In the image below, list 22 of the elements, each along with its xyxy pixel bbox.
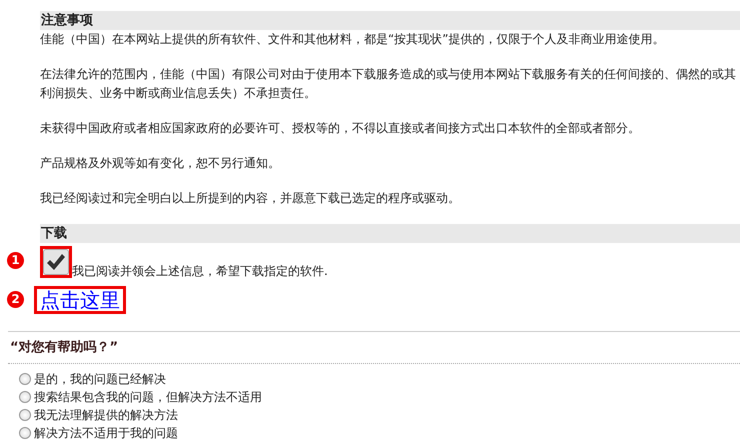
option-label: 是的，我的问题已经解决 [34,370,166,388]
option-label: 搜索结果包含我的问题，但解决方法不适用 [34,388,262,406]
radio-button[interactable] [19,391,31,403]
download-link[interactable]: 点击这里 [34,286,126,314]
paragraph: 佳能（中国）在本网站上提供的所有软件、文件和其他材料，都是“按其现状”提供的，仅限于个人及非商业用途使用。 [40,31,666,48]
option-label: 我无法理解提供的解决方法 [34,406,178,424]
paragraph: 在法律允许的范围内，佳能（中国）有限公司对由于使用本下载服务造成的或与使用本网站下载服务有关的任何间接的、偶然的或其 利润损失、业务中断或商业信息丢失）不承担责任。 [40,66,737,102]
radio-button[interactable] [19,373,31,385]
checkbox-label: 我已阅读并领会上述信息，希望下载指定的软件. [72,264,328,278]
paragraph: 产品规格及外观等如有变化，恕不另行通知。 [40,155,281,172]
radio-button[interactable] [19,409,31,421]
option-label: 解决方法不适用于我的问题 [34,424,178,442]
section-heading: 注意事项 [40,11,740,30]
callout-number: 1 [7,252,24,269]
paragraph: 我已经阅读过和完全明白以上所提到的内容，并愿意下载已选定的程序或驱动。 [40,190,461,207]
callout-number: 2 [7,291,24,308]
radio-button[interactable] [19,427,31,439]
section-heading: 下载 [40,224,740,243]
paragraph: 未获得中国政府或者相应国家政府的必要许可、授权等的，不得以直接或者间接方式出口本软件的全部或者部分。 [40,120,641,137]
agree-checkbox[interactable] [40,246,72,278]
check-icon [46,253,66,271]
feedback-question: “对您有帮助吗？” [8,332,740,364]
